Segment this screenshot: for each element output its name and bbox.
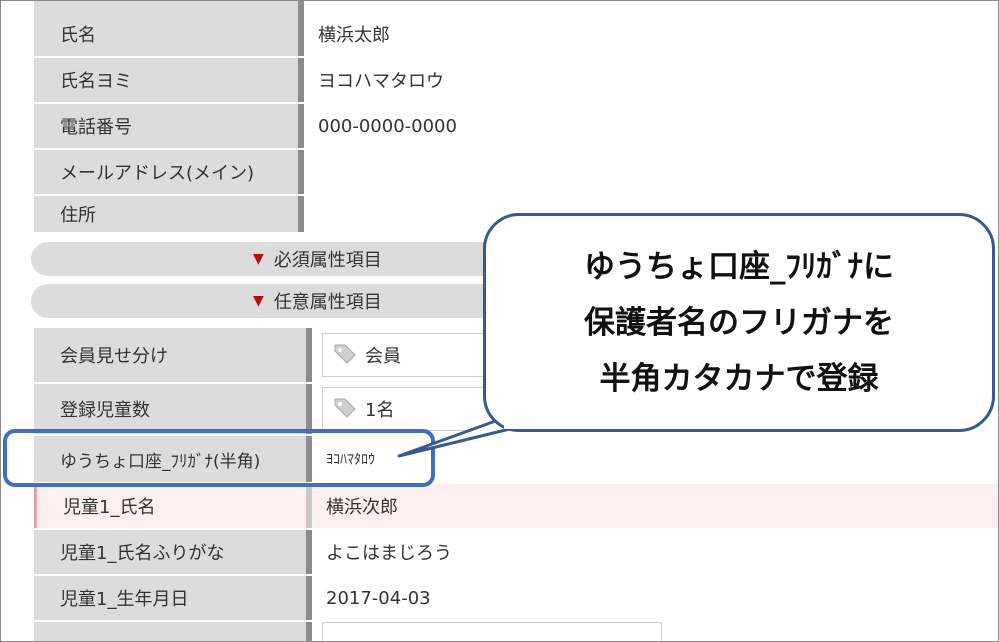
callout-tail-cover — [504, 423, 549, 429]
member-form-frame: 氏名 横浜太郎 氏名ヨミ ヨコハマタロウ 電話番号 000-0000-0000 … — [0, 0, 999, 642]
